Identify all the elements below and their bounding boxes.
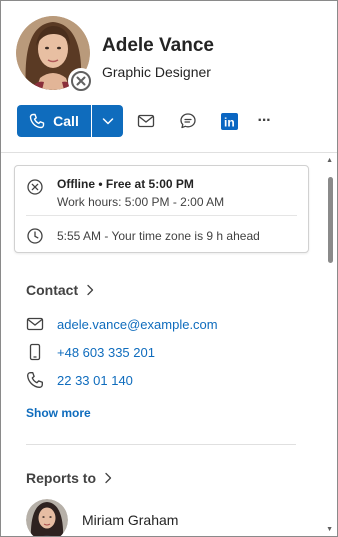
phone-link[interactable]: 22 33 01 140 xyxy=(57,373,133,388)
chevron-right-icon xyxy=(105,472,112,484)
details-pane[interactable]: Offline • Free at 5:00 PM Work hours: 5:… xyxy=(1,153,337,536)
person-job-title: Graphic Designer xyxy=(102,64,211,80)
mobile-link[interactable]: +48 603 335 201 xyxy=(57,345,155,360)
clock-icon xyxy=(27,228,43,244)
vertical-scrollbar[interactable]: ▲ ▼ xyxy=(323,153,337,536)
linkedin-button[interactable]: in xyxy=(216,108,242,134)
chevron-down-icon xyxy=(102,118,113,125)
call-button-label: Call xyxy=(53,113,79,129)
profile-card: Adele Vance Graphic Designer Call in ··· xyxy=(0,0,338,537)
local-time-text: 5:55 AM - Your time zone is 9 h ahead xyxy=(57,228,260,243)
scroll-up-arrow-icon[interactable]: ▲ xyxy=(326,157,333,164)
contact-heading-label: Contact xyxy=(26,282,79,298)
availability-divider xyxy=(26,215,297,216)
reports-to-section-heading[interactable]: Reports to xyxy=(26,470,113,486)
availability-text: Offline • Free at 5:00 PM xyxy=(57,177,194,191)
more-options-button[interactable]: ··· xyxy=(251,108,277,134)
mobile-phone-icon xyxy=(26,343,44,361)
contact-section-heading[interactable]: Contact xyxy=(26,282,95,298)
scroll-thumb[interactable] xyxy=(328,177,333,263)
more-icon: ··· xyxy=(257,112,272,129)
availability-card: Offline • Free at 5:00 PM Work hours: 5:… xyxy=(14,165,309,253)
email-button[interactable] xyxy=(133,108,159,134)
section-divider xyxy=(26,444,296,445)
mobile-row: +48 603 335 201 xyxy=(26,343,155,361)
presence-badge xyxy=(68,68,94,94)
call-options-dropdown[interactable] xyxy=(92,105,123,137)
avatar-container[interactable] xyxy=(16,16,94,94)
mail-icon xyxy=(26,315,44,333)
mail-icon xyxy=(137,114,155,128)
phone-icon xyxy=(29,113,45,129)
chat-button[interactable] xyxy=(175,108,201,134)
manager-name: Miriam Graham xyxy=(82,512,179,528)
phone-row: 22 33 01 140 xyxy=(26,371,133,389)
manager-avatar xyxy=(26,499,68,536)
svg-text:in: in xyxy=(224,115,235,129)
person-name: Adele Vance xyxy=(102,35,214,56)
call-button[interactable]: Call xyxy=(17,105,91,137)
linkedin-icon: in xyxy=(220,112,238,130)
scroll-down-arrow-icon[interactable]: ▼ xyxy=(326,526,333,533)
reports-to-heading-label: Reports to xyxy=(26,470,96,486)
email-row: adele.vance@example.com xyxy=(26,315,218,333)
email-link[interactable]: adele.vance@example.com xyxy=(57,317,218,332)
manager-entry[interactable]: Miriam Graham xyxy=(26,499,179,536)
work-hours-text: Work hours: 5:00 PM - 2:00 AM xyxy=(57,195,225,209)
chevron-right-icon xyxy=(87,284,94,296)
offline-status-icon xyxy=(71,71,91,91)
chat-icon xyxy=(180,113,196,129)
show-more-link[interactable]: Show more xyxy=(26,406,91,420)
phone-icon xyxy=(26,371,44,389)
offline-status-icon xyxy=(27,179,43,195)
